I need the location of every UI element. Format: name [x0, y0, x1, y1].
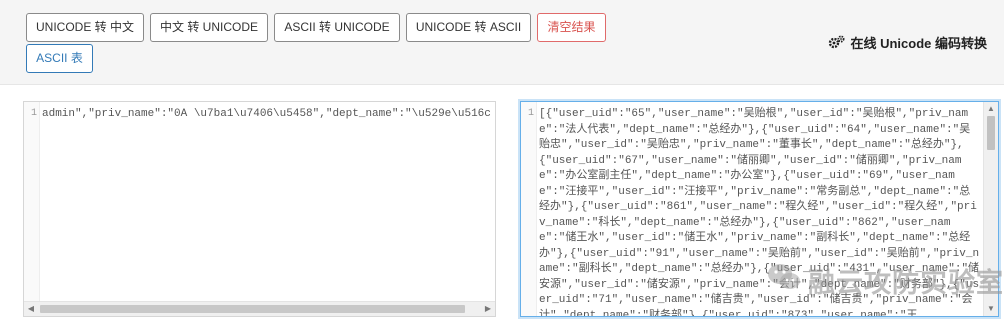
input-line-number: 1	[24, 102, 40, 316]
input-horizontal-scrollbar[interactable]: ◀ ▶	[24, 301, 495, 316]
watermark-text: 融云攻防实验室	[808, 267, 1004, 299]
ascii-to-unicode-button[interactable]: ASCII 转 UNICODE	[274, 13, 400, 42]
output-line-number: 1	[521, 102, 537, 316]
ascii-table-button[interactable]: ASCII 表	[26, 44, 93, 73]
scrollbar-thumb[interactable]	[40, 305, 465, 313]
input-editor[interactable]: 1 admin","priv_name":"0A \u7ba1\u7406\u5…	[23, 101, 496, 317]
scrollbar-thumb[interactable]	[987, 116, 995, 150]
toolbar: UNICODE 转 中文 中文 转 UNICODE ASCII 转 UNICOD…	[0, 0, 1004, 85]
clear-result-button[interactable]: 清空结果	[537, 13, 606, 42]
unicode-to-ascii-button[interactable]: UNICODE 转 ASCII	[406, 13, 531, 42]
scroll-left-arrow-icon[interactable]: ◀	[24, 302, 38, 316]
wechat-logo-icon	[766, 262, 802, 299]
scroll-up-arrow-icon[interactable]: ▲	[984, 102, 998, 116]
page-title-group: 在线 Unicode 编码转换	[828, 31, 987, 53]
input-text[interactable]: admin","priv_name":"0A \u7ba1\u7406\u545…	[42, 107, 491, 123]
chinese-to-unicode-button[interactable]: 中文 转 UNICODE	[150, 13, 268, 42]
unicode-to-chinese-button[interactable]: UNICODE 转 中文	[26, 13, 144, 42]
watermark: 融云攻防实验室	[766, 260, 1004, 300]
scroll-down-arrow-icon[interactable]: ▼	[984, 302, 998, 316]
scroll-right-arrow-icon[interactable]: ▶	[481, 302, 495, 316]
gears-icon	[828, 35, 846, 49]
page-title: 在线 Unicode 编码转换	[850, 35, 987, 51]
